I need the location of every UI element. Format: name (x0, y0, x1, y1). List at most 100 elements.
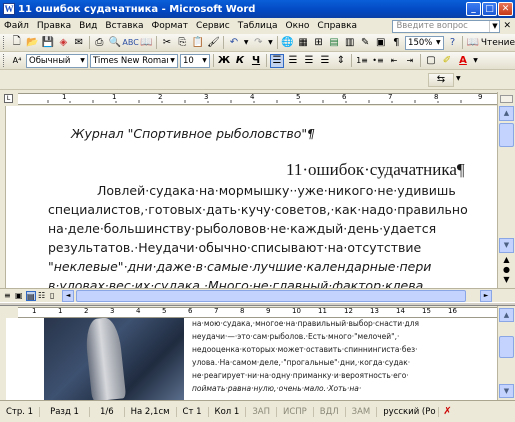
style-combo[interactable]: Обычный ▼ (26, 53, 88, 68)
borders-icon[interactable]: ▢ (424, 54, 438, 68)
read-mode-icon[interactable]: 📖 (466, 36, 480, 50)
bullets-icon[interactable]: •≡ (371, 54, 385, 68)
undo-icon[interactable]: ↶ (227, 36, 241, 50)
new-document-icon[interactable]: 🗋 (10, 36, 24, 50)
justify-icon[interactable]: ☰ (318, 54, 332, 68)
document-pane-top[interactable]: Журнал "Спортивное рыболовство"¶ 11·ошиб… (6, 106, 497, 288)
menu-window[interactable]: Окно (282, 21, 314, 31)
align-center-icon[interactable]: ☰ (286, 54, 300, 68)
font-color-icon[interactable]: A (456, 54, 470, 68)
ask-question-box[interactable]: Введите вопрос ▼ (392, 19, 501, 33)
previous-page-icon[interactable]: ▲ (499, 255, 514, 265)
help-icon[interactable]: ? (446, 36, 460, 50)
document-pane-bottom[interactable]: на·мою·судака,·многое·на·правильный·выбо… (6, 318, 497, 400)
insert-table-icon[interactable]: ⊞ (312, 36, 326, 50)
print-icon[interactable]: ⎙ (93, 36, 107, 50)
normal-view-icon[interactable]: ≡ (4, 291, 14, 301)
menu-edit[interactable]: Правка (33, 21, 75, 31)
scroll-up-icon[interactable]: ▲ (499, 308, 514, 322)
toolbar-grip[interactable] (3, 54, 6, 67)
scroll-down-icon[interactable]: ▼ (499, 238, 514, 253)
menu-format[interactable]: Формат (148, 21, 193, 31)
vertical-scrollbar-top[interactable]: ▲ ▼ ▲ ● ▼ (497, 92, 515, 288)
document-map-icon[interactable]: ▣ (374, 36, 388, 50)
menu-view[interactable]: Вид (75, 21, 101, 31)
scroll-thumb[interactable] (499, 336, 514, 358)
browse-object-icon[interactable]: ● (499, 265, 514, 275)
outline-view-icon[interactable]: ☷ (38, 291, 48, 301)
font-color-dropdown-icon[interactable]: ▼ (472, 54, 479, 68)
outline-toolbar-icon[interactable]: ⇆ (428, 73, 454, 87)
status-pages[interactable]: 1/6 (90, 406, 125, 417)
spelling-status-icon[interactable]: ✗ (443, 406, 451, 417)
decrease-indent-icon[interactable]: ⇤ (387, 54, 401, 68)
ask-dropdown-icon[interactable]: ▼ (489, 20, 499, 32)
status-record[interactable]: ЗАП (246, 406, 277, 417)
highlight-icon[interactable]: ✐ (440, 54, 454, 68)
scroll-up-icon[interactable]: ▲ (499, 106, 514, 121)
tab-selector-icon[interactable]: L (4, 94, 13, 103)
columns-icon[interactable]: ▥ (343, 36, 357, 50)
cut-icon[interactable]: ✂ (160, 36, 174, 50)
tables-borders-icon[interactable]: ▦ (296, 36, 310, 50)
italic-button[interactable]: К (233, 54, 247, 68)
status-position[interactable]: На 2,1см (125, 406, 177, 417)
toolbar-options-icon[interactable]: ▼ (456, 73, 466, 87)
permission-icon[interactable]: ◈ (57, 36, 71, 50)
font-combo[interactable]: Times New Roman ▼ (90, 53, 178, 68)
horizontal-scroll-thumb[interactable] (76, 290, 466, 302)
close-button[interactable]: ✕ (498, 2, 513, 16)
numbering-icon[interactable]: 1≡ (355, 54, 369, 68)
word-app-icon[interactable]: W (3, 3, 15, 15)
menu-help[interactable]: Справка (313, 21, 361, 31)
menu-file[interactable]: Файл (0, 21, 33, 31)
spelling-icon[interactable]: ABC (122, 36, 138, 50)
hyperlink-icon[interactable]: 🌐 (281, 36, 295, 50)
scroll-down-icon[interactable]: ▼ (499, 384, 514, 398)
print-preview-icon[interactable]: 🔍 (108, 36, 122, 50)
horizontal-ruler[interactable]: 1 1 2 3 4 5 6 7 8 9 (18, 93, 498, 105)
align-left-icon[interactable]: ☰ (270, 53, 284, 68)
bold-button[interactable]: Ж (217, 54, 231, 68)
close-document-icon[interactable]: ✕ (503, 21, 511, 31)
redo-icon[interactable]: ↷ (252, 36, 266, 50)
minimize-button[interactable]: _ (466, 2, 481, 16)
split-box-handle[interactable] (500, 95, 513, 103)
font-size-combo[interactable]: 10 ▼ (180, 53, 210, 68)
research-icon[interactable]: 📖 (140, 36, 154, 50)
increase-indent-icon[interactable]: ⇥ (403, 54, 417, 68)
style-dropdown-icon[interactable]: ▼ (78, 55, 87, 67)
zoom-dropdown-icon[interactable]: ▼ (434, 37, 443, 49)
next-page-icon[interactable]: ▼ (499, 275, 514, 285)
print-layout-icon[interactable]: ▤ (26, 291, 36, 301)
redo-dropdown-icon[interactable]: ▼ (267, 36, 274, 50)
font-dropdown-icon[interactable]: ▼ (168, 55, 177, 67)
line-spacing-icon[interactable]: ⇕ (334, 54, 348, 68)
scroll-right-icon[interactable]: ► (480, 290, 492, 302)
status-track-changes[interactable]: ИСПР (277, 406, 314, 417)
status-column[interactable]: Кол 1 (209, 406, 247, 417)
status-extend[interactable]: ВДЛ (314, 406, 346, 417)
menu-table[interactable]: Таблица (234, 21, 282, 31)
status-overtype[interactable]: ЗАМ (346, 406, 378, 417)
copy-icon[interactable]: ⎘ (176, 36, 190, 50)
zoom-combo[interactable]: 150% ▼ (405, 35, 444, 50)
web-view-icon[interactable]: ▣ (15, 291, 25, 301)
paste-icon[interactable]: 📋 (191, 36, 205, 50)
status-language[interactable]: русский (Ро (377, 406, 440, 417)
styles-icon[interactable]: A⁴ (10, 54, 24, 68)
format-painter-icon[interactable]: 🖌 (207, 36, 221, 50)
maximize-button[interactable]: □ (482, 2, 497, 16)
drawing-icon[interactable]: ✎ (358, 36, 372, 50)
read-mode-label[interactable]: Чтение (481, 38, 515, 48)
email-icon[interactable]: ✉ (72, 36, 86, 50)
insert-excel-icon[interactable]: ▤ (327, 36, 341, 50)
show-hide-icon[interactable]: ¶ (390, 36, 404, 50)
reading-view-icon[interactable]: ▯ (50, 291, 60, 301)
scroll-left-icon[interactable]: ◄ (62, 290, 74, 302)
align-right-icon[interactable]: ☰ (302, 54, 316, 68)
horizontal-ruler-bottom[interactable]: 1 1 2 3 4 5 6 7 8 9 10 11 12 13 14 15 16 (18, 307, 498, 318)
underline-button[interactable]: Ч (249, 54, 263, 68)
undo-dropdown-icon[interactable]: ▼ (243, 36, 250, 50)
menu-tools[interactable]: Сервис (192, 21, 234, 31)
